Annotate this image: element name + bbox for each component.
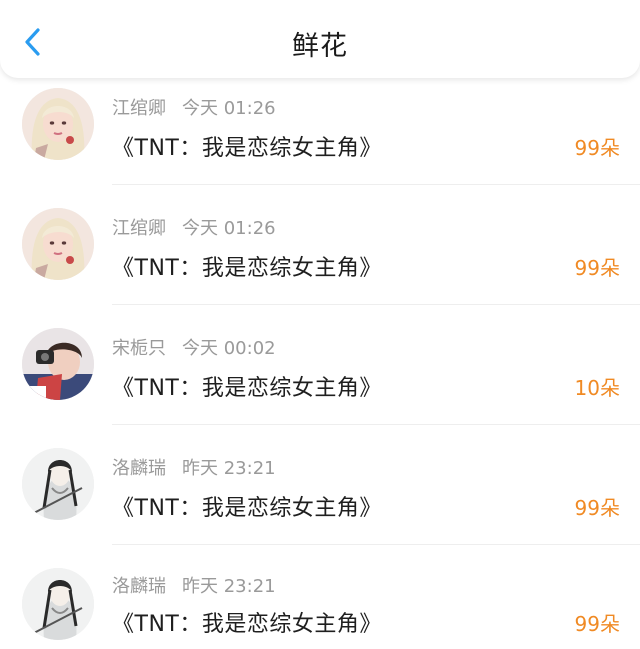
flower-count: 99朵 bbox=[574, 136, 620, 160]
page-title: 鲜花 bbox=[292, 31, 348, 62]
user-name[interactable]: 洛麟瑞 bbox=[112, 576, 166, 597]
flower-count: 10朵 bbox=[574, 376, 620, 400]
avatar[interactable] bbox=[22, 88, 94, 160]
list-item[interactable]: 洛麟瑞 昨天 23:21 《TNT：我是恋综女主角》 99朵 bbox=[0, 546, 640, 649]
book-title[interactable]: 《TNT：我是恋综女主角》 bbox=[112, 490, 382, 522]
avatar[interactable] bbox=[22, 208, 94, 280]
top-bar: 鲜花 bbox=[0, 0, 640, 78]
item-meta: 江绾卿 今天 01:26 bbox=[112, 94, 276, 120]
divider bbox=[112, 184, 640, 185]
ink-swordsman-avatar bbox=[22, 448, 94, 520]
user-name[interactable]: 洛麟瑞 bbox=[112, 458, 166, 479]
timestamp: 今天 00:02 bbox=[182, 338, 276, 359]
item-meta: 宋栀只 今天 00:02 bbox=[112, 334, 276, 360]
flower-count: 99朵 bbox=[574, 256, 620, 280]
book-title[interactable]: 《TNT：我是恋综女主角》 bbox=[112, 250, 382, 282]
item-meta: 洛麟瑞 昨天 23:21 bbox=[112, 572, 276, 598]
flower-count: 99朵 bbox=[574, 496, 620, 520]
timestamp: 昨天 23:21 bbox=[182, 458, 276, 479]
timestamp: 今天 01:26 bbox=[182, 218, 276, 239]
timestamp: 昨天 23:21 bbox=[182, 576, 276, 597]
avatar[interactable] bbox=[22, 328, 94, 400]
book-title[interactable]: 《TNT：我是恋综女主角》 bbox=[112, 130, 382, 162]
ink-swordsman-avatar bbox=[22, 568, 94, 640]
user-name[interactable]: 江绾卿 bbox=[112, 98, 166, 119]
blonde-girl-avatar bbox=[22, 88, 94, 160]
list-item[interactable]: 江绾卿 今天 01:26 《TNT：我是恋综女主角》 99朵 bbox=[0, 66, 640, 186]
divider bbox=[112, 544, 640, 545]
avatar[interactable] bbox=[22, 448, 94, 520]
timestamp: 今天 01:26 bbox=[182, 98, 276, 119]
photo-girl-avatar bbox=[22, 328, 94, 400]
list-item[interactable]: 洛麟瑞 昨天 23:21 《TNT：我是恋综女主角》 99朵 bbox=[0, 426, 640, 546]
user-name[interactable]: 江绾卿 bbox=[112, 218, 166, 239]
item-meta: 江绾卿 今天 01:26 bbox=[112, 214, 276, 240]
flower-count: 99朵 bbox=[574, 612, 620, 636]
user-name[interactable]: 宋栀只 bbox=[112, 338, 166, 359]
item-meta: 洛麟瑞 昨天 23:21 bbox=[112, 454, 276, 480]
avatar[interactable] bbox=[22, 568, 94, 640]
divider bbox=[112, 304, 640, 305]
divider bbox=[112, 424, 640, 425]
book-title[interactable]: 《TNT：我是恋综女主角》 bbox=[112, 606, 382, 638]
list-item[interactable]: 江绾卿 今天 01:26 《TNT：我是恋综女主角》 99朵 bbox=[0, 186, 640, 306]
blonde-girl-avatar bbox=[22, 208, 94, 280]
list-item[interactable]: 宋栀只 今天 00:02 《TNT：我是恋综女主角》 10朵 bbox=[0, 306, 640, 426]
book-title[interactable]: 《TNT：我是恋综女主角》 bbox=[112, 370, 382, 402]
flowers-page: 江绾卿 今天 01:26 《TNT：我是恋综女主角》 99朵 江绾卿 今天 01… bbox=[0, 0, 640, 649]
